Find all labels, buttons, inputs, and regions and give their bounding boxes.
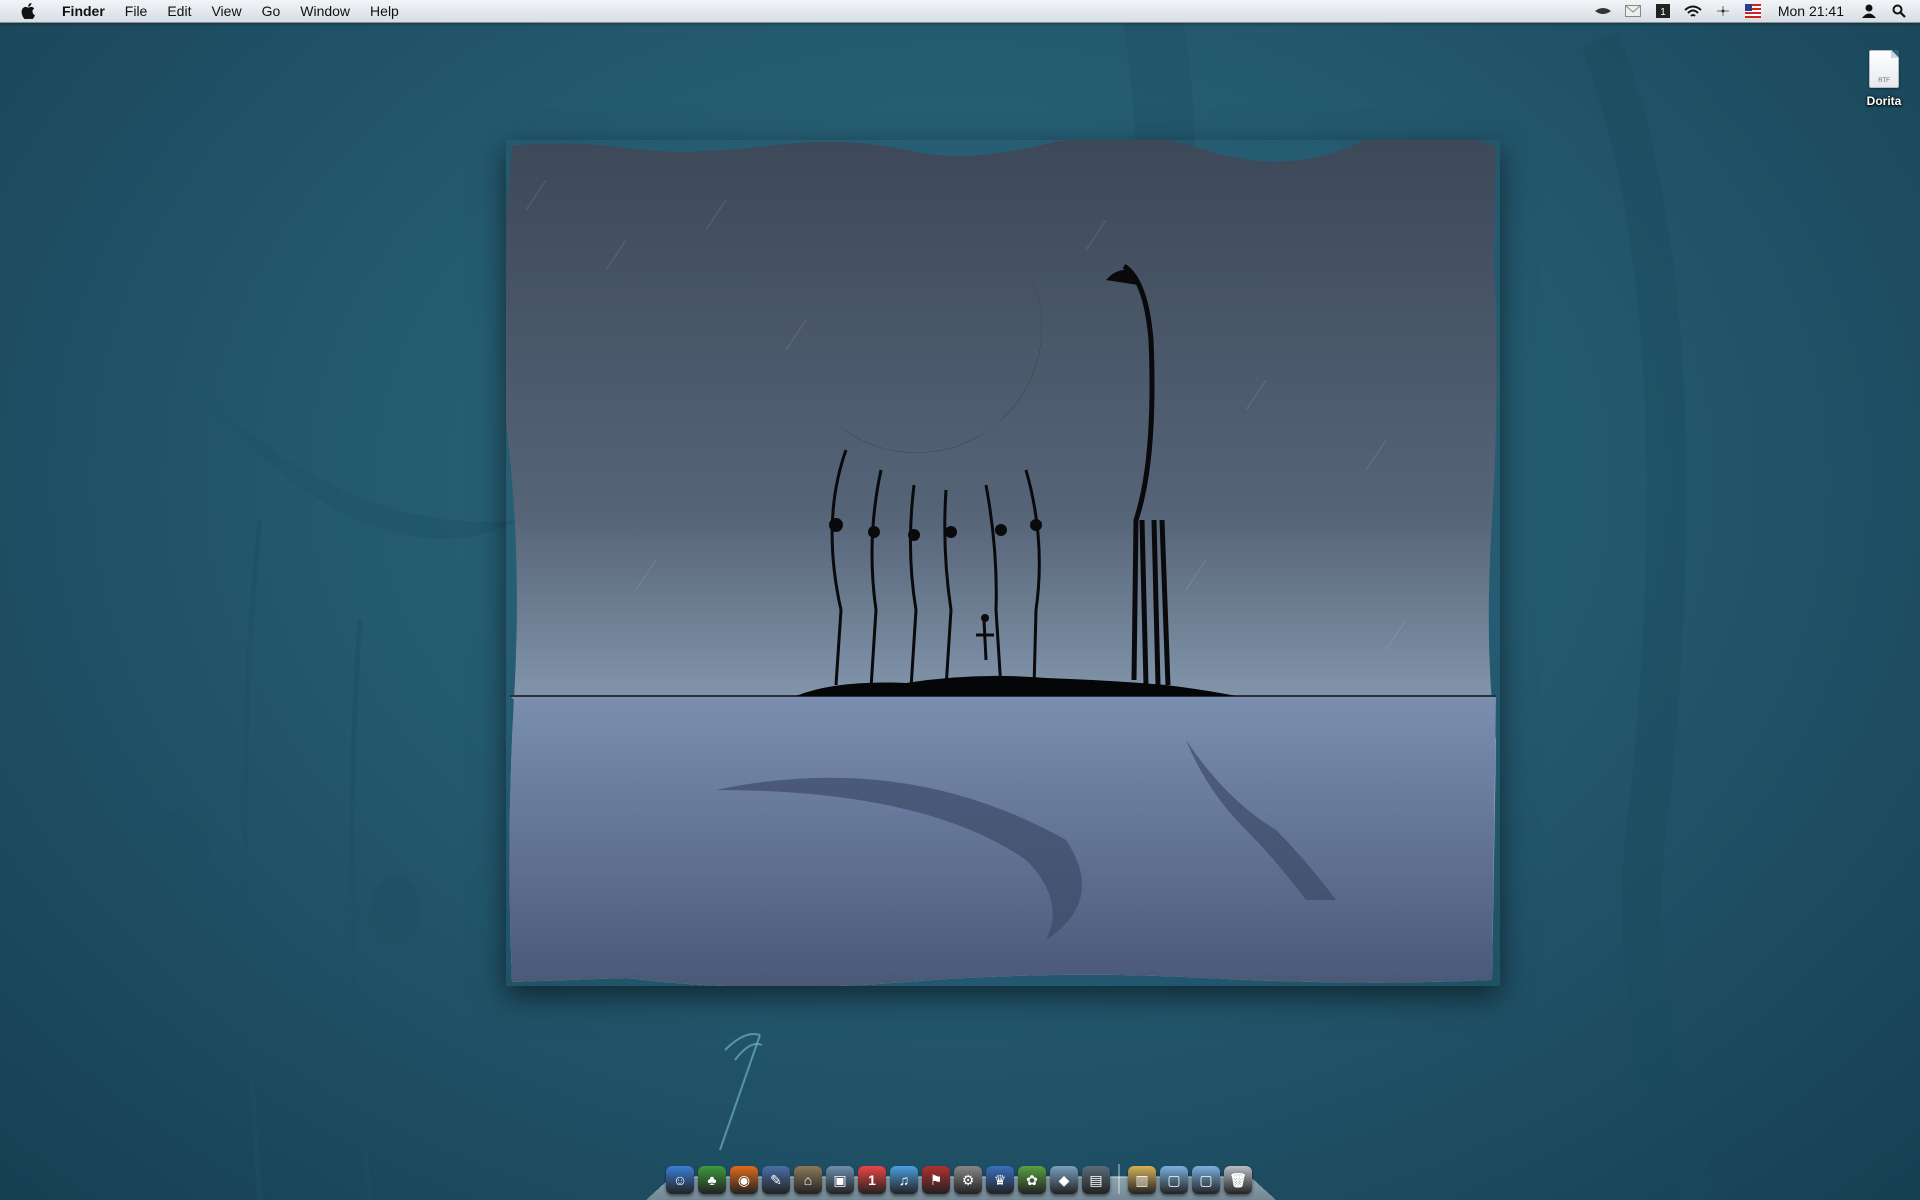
menu-window[interactable]: Window bbox=[290, 0, 360, 22]
desktop: Finder File Edit View Go Window Help 1 M… bbox=[0, 0, 1920, 1200]
svg-text:1: 1 bbox=[1660, 7, 1666, 18]
system-preferences-dock-icon[interactable]: ⚙ bbox=[954, 1166, 982, 1194]
wallpaper-painting bbox=[506, 140, 1497, 986]
script-editor-dock-icon[interactable]: ⚑ bbox=[922, 1166, 950, 1194]
butler-icon[interactable] bbox=[1592, 0, 1614, 22]
iphoto-dock-icon[interactable]: ▣ bbox=[826, 1166, 854, 1194]
menu-help[interactable]: Help bbox=[360, 0, 409, 22]
dock-separator bbox=[1118, 1164, 1120, 1194]
rtf-document-icon[interactable]: RTF bbox=[1869, 50, 1899, 88]
apple-menu-icon[interactable] bbox=[18, 1, 38, 21]
applications-folder-icon[interactable]: ▢ bbox=[1160, 1166, 1188, 1194]
cube-app-dock-icon[interactable]: ◆ bbox=[1050, 1166, 1078, 1194]
desktop-file-dorita[interactable]: RTF Dorita bbox=[1846, 50, 1920, 108]
museum-app-dock-icon[interactable]: ⌂ bbox=[794, 1166, 822, 1194]
documents-stack-icon[interactable]: ▥ bbox=[1128, 1166, 1156, 1194]
xcode-dock-icon[interactable]: ✎ bbox=[762, 1166, 790, 1194]
menu-file[interactable]: File bbox=[115, 0, 158, 22]
crown-app-dock-icon[interactable]: ♛ bbox=[986, 1166, 1014, 1194]
spotlight-search-icon[interactable] bbox=[1888, 0, 1910, 22]
us-flag-input-icon[interactable] bbox=[1742, 0, 1764, 22]
dock: ☺ ♣ ◉ ✎ ⌂ ▣ 1 ♫ ⚑ ⚙ ♛ ✿ ◆ ▤ ▥ ▢ ▢ 🗑 bbox=[646, 1148, 1276, 1200]
menu-clock[interactable]: Mon 21:41 bbox=[1768, 3, 1854, 19]
dock-items: ☺ ♣ ◉ ✎ ⌂ ▣ 1 ♫ ⚑ ⚙ ♛ ✿ ◆ ▤ ▥ ▢ ▢ 🗑 bbox=[664, 1164, 1254, 1194]
menu-view[interactable]: View bbox=[201, 0, 251, 22]
firefox-dock-icon[interactable]: ◉ bbox=[730, 1166, 758, 1194]
finder-dock-icon[interactable]: ☺ bbox=[666, 1166, 694, 1194]
itunes-dock-icon[interactable]: ♫ bbox=[890, 1166, 918, 1194]
ical-dock-icon[interactable]: 1 bbox=[858, 1166, 886, 1194]
bluetooth-icon[interactable] bbox=[1712, 0, 1734, 22]
menu-go[interactable]: Go bbox=[252, 0, 291, 22]
mail-icon[interactable] bbox=[1622, 0, 1644, 22]
wifi-icon[interactable] bbox=[1682, 0, 1704, 22]
downloads-folder-icon[interactable]: ▢ bbox=[1192, 1166, 1220, 1194]
menu-edit[interactable]: Edit bbox=[157, 0, 201, 22]
menu-app-finder[interactable]: Finder bbox=[52, 0, 115, 22]
preview-dock-icon[interactable]: ▤ bbox=[1082, 1166, 1110, 1194]
plant-app-dock-icon[interactable]: ✿ bbox=[1018, 1166, 1046, 1194]
user-icon[interactable] bbox=[1858, 0, 1880, 22]
menu-bar: Finder File Edit View Go Window Help 1 M… bbox=[0, 0, 1920, 23]
menu-extras: 1 Mon 21:41 bbox=[1588, 0, 1920, 22]
desktop-file-label[interactable]: Dorita bbox=[1846, 94, 1920, 108]
spaces-icon[interactable]: 1 bbox=[1652, 0, 1674, 22]
adium-dock-icon[interactable]: ♣ bbox=[698, 1166, 726, 1194]
file-extension-label: RTF bbox=[1878, 78, 1890, 84]
trash-icon[interactable]: 🗑 bbox=[1224, 1166, 1252, 1194]
